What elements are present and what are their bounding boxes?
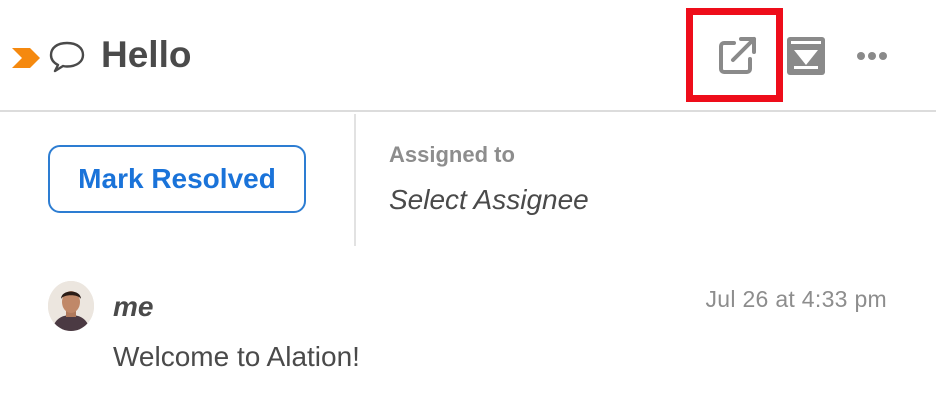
download-icon [787, 37, 825, 75]
conversation-panel: Hello Mark Resolved Assigned to Select A… [0, 0, 936, 410]
vertical-divider [354, 114, 356, 246]
download-button[interactable] [784, 35, 828, 77]
more-options-button[interactable] [848, 40, 896, 72]
avatar [48, 281, 94, 331]
more-dots-icon [857, 52, 887, 60]
comment-body: Welcome to Alation! [113, 341, 360, 372]
assigned-to-label: Assigned to [389, 142, 515, 167]
open-external-button[interactable] [712, 31, 762, 81]
mark-resolved-button[interactable]: Mark Resolved [48, 145, 306, 213]
comment-timestamp: Jul 26 at 4:33 pm [705, 286, 887, 312]
conversation-header: Hello [0, 0, 936, 112]
assignee-select[interactable]: Select Assignee [389, 184, 589, 216]
page-title: Hello [101, 34, 192, 75]
external-link-icon [719, 37, 756, 74]
comment-author[interactable]: me [113, 291, 153, 323]
speech-bubble-icon [49, 41, 85, 73]
flag-icon [12, 48, 40, 68]
